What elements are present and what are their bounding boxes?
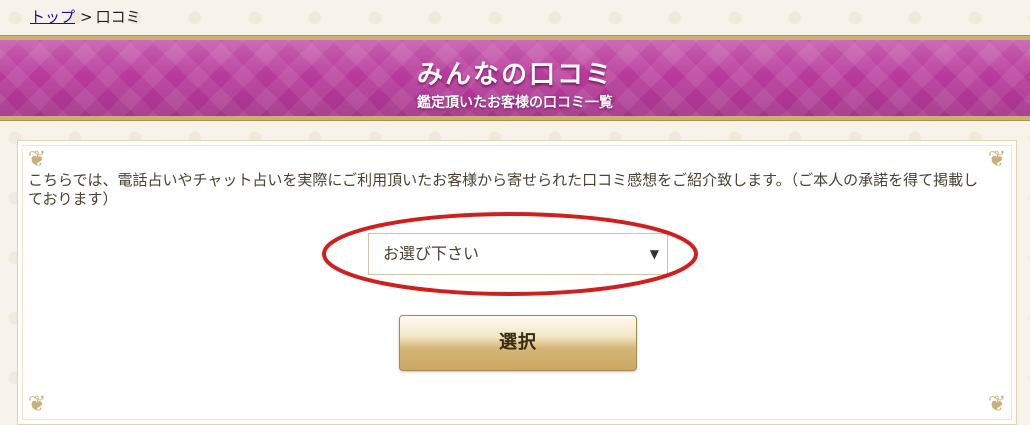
- content-panel: ❦ ❦ ❦ ❦ こちらでは、電話占いやチャット占いを実際にご利用頂いたお客様から…: [17, 140, 1017, 425]
- intro-text: こちらでは、電話占いやチャット占いを実際にご利用頂いたお客様から寄せられた口コミ…: [28, 171, 979, 208]
- breadcrumb-top-link[interactable]: トップ: [30, 8, 75, 26]
- page-subtitle: 鑑定頂いたお客様の口コミ一覧: [417, 95, 613, 111]
- page-title: みんなの口コミ: [416, 60, 613, 90]
- flourish-icon: ❦: [987, 392, 1007, 417]
- chevron-down-icon: ▼: [649, 247, 659, 261]
- fortune-teller-select[interactable]: お選び下さい ▼: [368, 233, 668, 275]
- flourish-icon: ❦: [27, 392, 47, 417]
- select-value: お選び下さい: [383, 244, 480, 263]
- breadcrumb-separator: >: [80, 8, 93, 26]
- breadcrumb-current: 口コミ: [95, 8, 141, 26]
- page-banner: みんなの口コミ 鑑定頂いたお客様の口コミ一覧: [0, 36, 1030, 120]
- select-button[interactable]: 選択: [399, 315, 637, 371]
- breadcrumb: トップ > 口コミ: [30, 4, 141, 30]
